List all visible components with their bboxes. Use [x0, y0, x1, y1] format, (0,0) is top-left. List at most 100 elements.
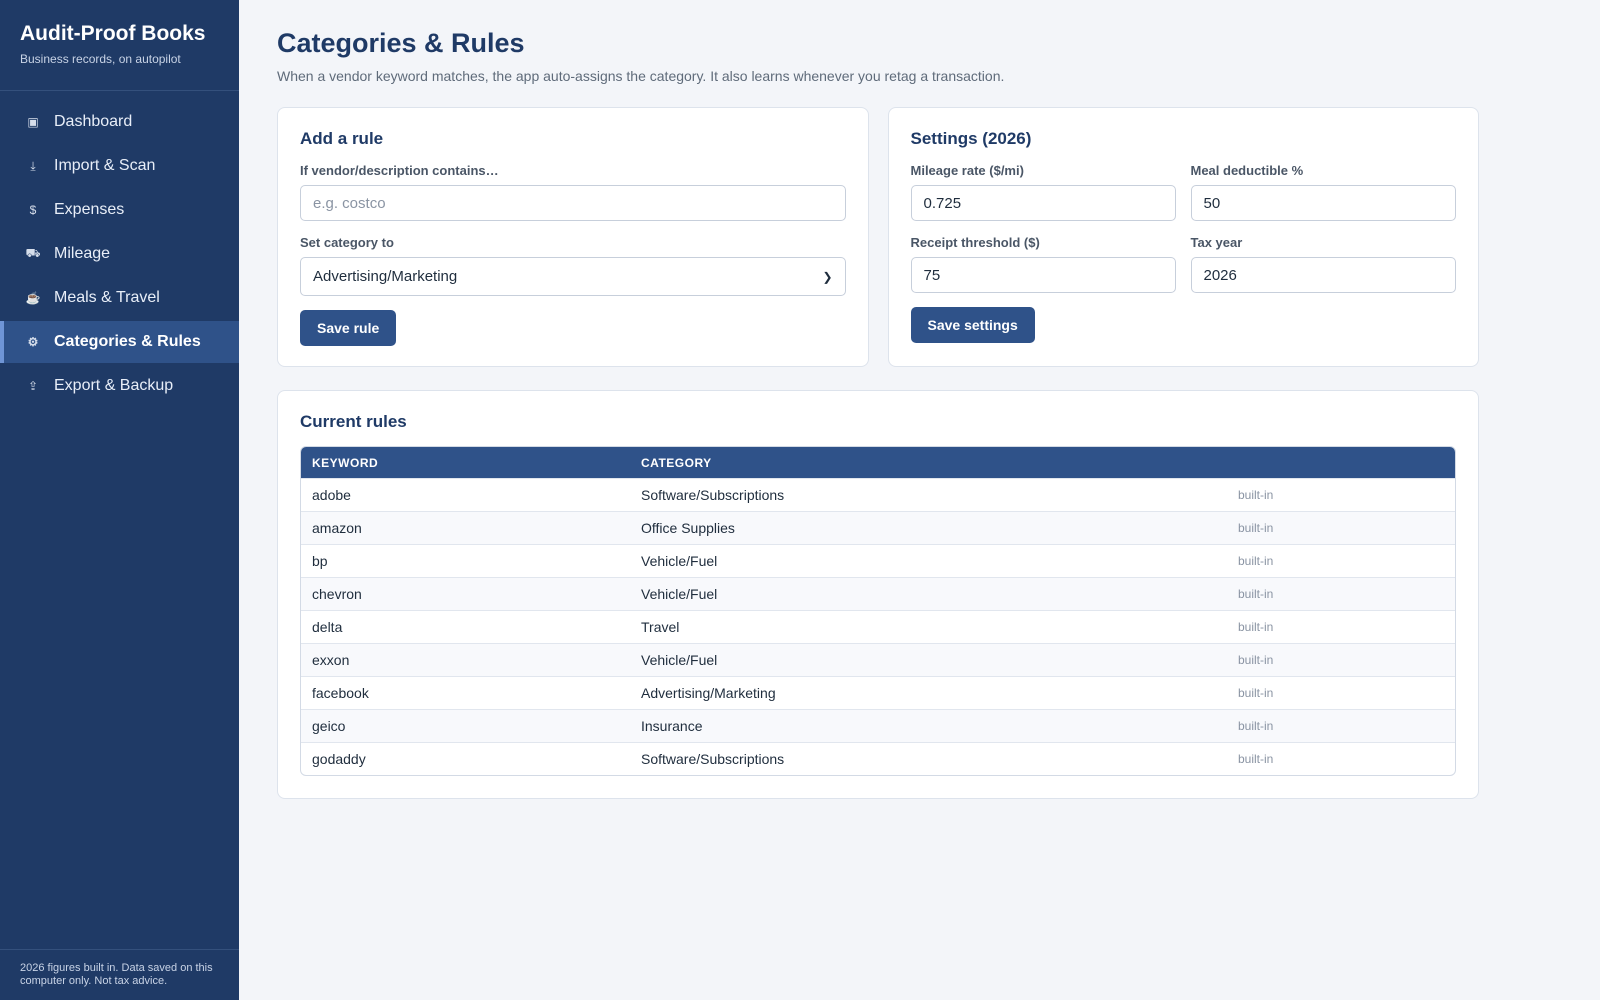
meal-label: Meal deductible % [1190, 163, 1304, 178]
keyword-cell: godaddy [312, 751, 366, 767]
sidebar-item-dashboard[interactable]: ▣ Dashboard [0, 101, 239, 143]
receipt-label: Receipt threshold ($) [910, 235, 1040, 250]
sidebar-footer: 2026 figures built in. Data saved on thi… [0, 949, 239, 1000]
source-cell: built-in [1238, 752, 1274, 766]
gear-icon: ⚙ [27, 335, 39, 349]
source-cell: built-in [1238, 686, 1274, 700]
sidebar-item-label: Categories & Rules [54, 333, 201, 350]
contains-label: If vendor/description contains… [300, 163, 499, 178]
save-rule-button[interactable]: Save rule [300, 310, 397, 346]
current-rules-title: Current rules [300, 412, 407, 431]
sidebar-item-categories-rules[interactable]: ⚙ Categories & Rules [0, 321, 239, 363]
category-cell: Advertising/Marketing [641, 685, 776, 701]
category-column-header: CATEGORY [641, 455, 712, 470]
table-row: bp Vehicle/Fuel built-in [301, 544, 1455, 577]
sidebar-item-label: Expenses [54, 201, 125, 218]
settings-row-2: Receipt threshold ($) Tax year [910, 235, 1457, 307]
mileage-label: Mileage rate ($/mi) [910, 163, 1024, 178]
keyword-cell: exxon [312, 652, 350, 668]
table-row: exxon Vehicle/Fuel built-in [301, 643, 1455, 676]
rules-table-header: KEYWORD CATEGORY [301, 447, 1455, 478]
save-settings-button[interactable]: Save settings [910, 307, 1035, 343]
category-select-value: Advertising/Marketing [313, 268, 458, 285]
keyword-cell: adobe [312, 487, 351, 503]
dollar-icon: $ [29, 203, 37, 217]
brand: Audit-Proof Books Business records, on a… [0, 0, 239, 91]
chevron-down-icon: ❯ [822, 269, 833, 284]
table-row: adobe Software/Subscriptions built-in [301, 478, 1455, 511]
source-cell: built-in [1238, 554, 1274, 568]
category-label: Set category to [300, 235, 394, 250]
category-cell: Office Supplies [641, 520, 735, 536]
keyword-column-header: KEYWORD [312, 455, 379, 470]
keyword-cell: facebook [312, 685, 369, 701]
top-cards: Add a rule If vendor/description contain… [277, 107, 1479, 367]
sidebar-item-expenses[interactable]: $ Expenses [0, 189, 239, 231]
keyword-input[interactable] [300, 185, 846, 221]
table-row: godaddy Software/Subscriptions built-in [301, 742, 1455, 775]
coffee-icon: ☕ [25, 291, 41, 305]
taxyear-label: Tax year [1190, 235, 1243, 250]
sidebar-item-mileage[interactable]: ⛟ Mileage [0, 233, 239, 275]
taxyear-field-group: Tax year [1190, 235, 1456, 293]
category-cell: Travel [641, 619, 680, 635]
upload-icon: ⇪ [27, 379, 39, 393]
category-select[interactable]: Advertising/Marketing ❯ [300, 257, 846, 296]
receipt-field-group: Receipt threshold ($) [910, 235, 1176, 293]
keyword-cell: bp [312, 553, 328, 569]
page-subtitle: When a vendor keyword matches, the app a… [277, 68, 1005, 84]
current-rules-card: Current rules KEYWORD CATEGORY adobe Soft… [277, 390, 1479, 799]
brand-subtitle: Business records, on autopilot [20, 52, 181, 66]
table-row: geico Insurance built-in [301, 709, 1455, 742]
source-cell: built-in [1238, 488, 1274, 502]
page-title: Categories & Rules [277, 28, 525, 58]
settings-title: Settings (2026) [910, 129, 1032, 148]
add-rule-card: Add a rule If vendor/description contain… [277, 107, 869, 367]
dashboard-icon: ▣ [27, 115, 39, 129]
table-row: facebook Advertising/Marketing built-in [301, 676, 1455, 709]
sidebar-item-label: Mileage [54, 245, 111, 262]
rules-table: KEYWORD CATEGORY adobe Software/Subscript… [300, 446, 1456, 776]
truck-icon: ⛟ [25, 246, 41, 260]
keyword-cell: amazon [312, 520, 362, 536]
source-cell: built-in [1238, 719, 1274, 733]
sidebar-item-label: Meals & Travel [54, 289, 160, 306]
keyword-cell: chevron [312, 586, 362, 602]
brand-title: Audit-Proof Books [20, 22, 206, 45]
category-cell: Vehicle/Fuel [641, 586, 718, 602]
mileage-field-group: Mileage rate ($/mi) [910, 163, 1176, 221]
category-cell: Insurance [641, 718, 703, 734]
settings-row-1: Mileage rate ($/mi) Meal deductible % [910, 163, 1457, 235]
main-content: Categories & Rules When a vendor keyword… [277, 28, 1479, 799]
receipt-threshold-input[interactable] [910, 257, 1176, 293]
rules-table-body: adobe Software/Subscriptions built-in amazo… [301, 478, 1455, 775]
settings-card: Settings (2026) Mileage rate ($/mi) Meal… [887, 107, 1479, 367]
sidebar-item-label: Export & Backup [54, 377, 174, 394]
sidebar: Audit-Proof Books Business records, on a… [0, 0, 239, 1000]
download-icon: ⤓ [30, 158, 36, 173]
contains-field-group: If vendor/description contains… [300, 163, 846, 221]
meal-field-group: Meal deductible % [1190, 163, 1456, 221]
category-field-group: Set category to Advertising/Marketing ❯ [300, 235, 846, 296]
table-row: delta Travel built-in [301, 610, 1455, 643]
tax-year-input[interactable] [1190, 257, 1456, 293]
add-rule-title: Add a rule [300, 129, 384, 148]
keyword-cell: geico [312, 718, 346, 734]
source-cell: built-in [1238, 521, 1274, 535]
table-row: chevron Vehicle/Fuel built-in [301, 577, 1455, 610]
mileage-rate-input[interactable] [910, 185, 1176, 221]
sidebar-nav: ▣ Dashboard ⤓ Import & Scan $ Expenses ⛟ Mileag… [0, 101, 239, 407]
category-cell: Software/Subscriptions [641, 487, 785, 503]
sidebar-item-import-scan[interactable]: ⤓ Import & Scan [0, 145, 239, 187]
sidebar-item-label: Dashboard [54, 113, 133, 130]
source-cell: built-in [1238, 653, 1274, 667]
sidebar-item-export-backup[interactable]: ⇪ Export & Backup [0, 365, 239, 407]
category-cell: Vehicle/Fuel [641, 553, 718, 569]
table-row: amazon Office Supplies built-in [301, 511, 1455, 544]
meal-deductible-input[interactable] [1190, 185, 1456, 221]
sidebar-item-meals-travel[interactable]: ☕ Meals & Travel [0, 277, 239, 319]
category-cell: Vehicle/Fuel [641, 652, 718, 668]
sidebar-item-label: Import & Scan [54, 157, 156, 174]
source-cell: built-in [1238, 587, 1274, 601]
source-cell: built-in [1238, 620, 1274, 634]
